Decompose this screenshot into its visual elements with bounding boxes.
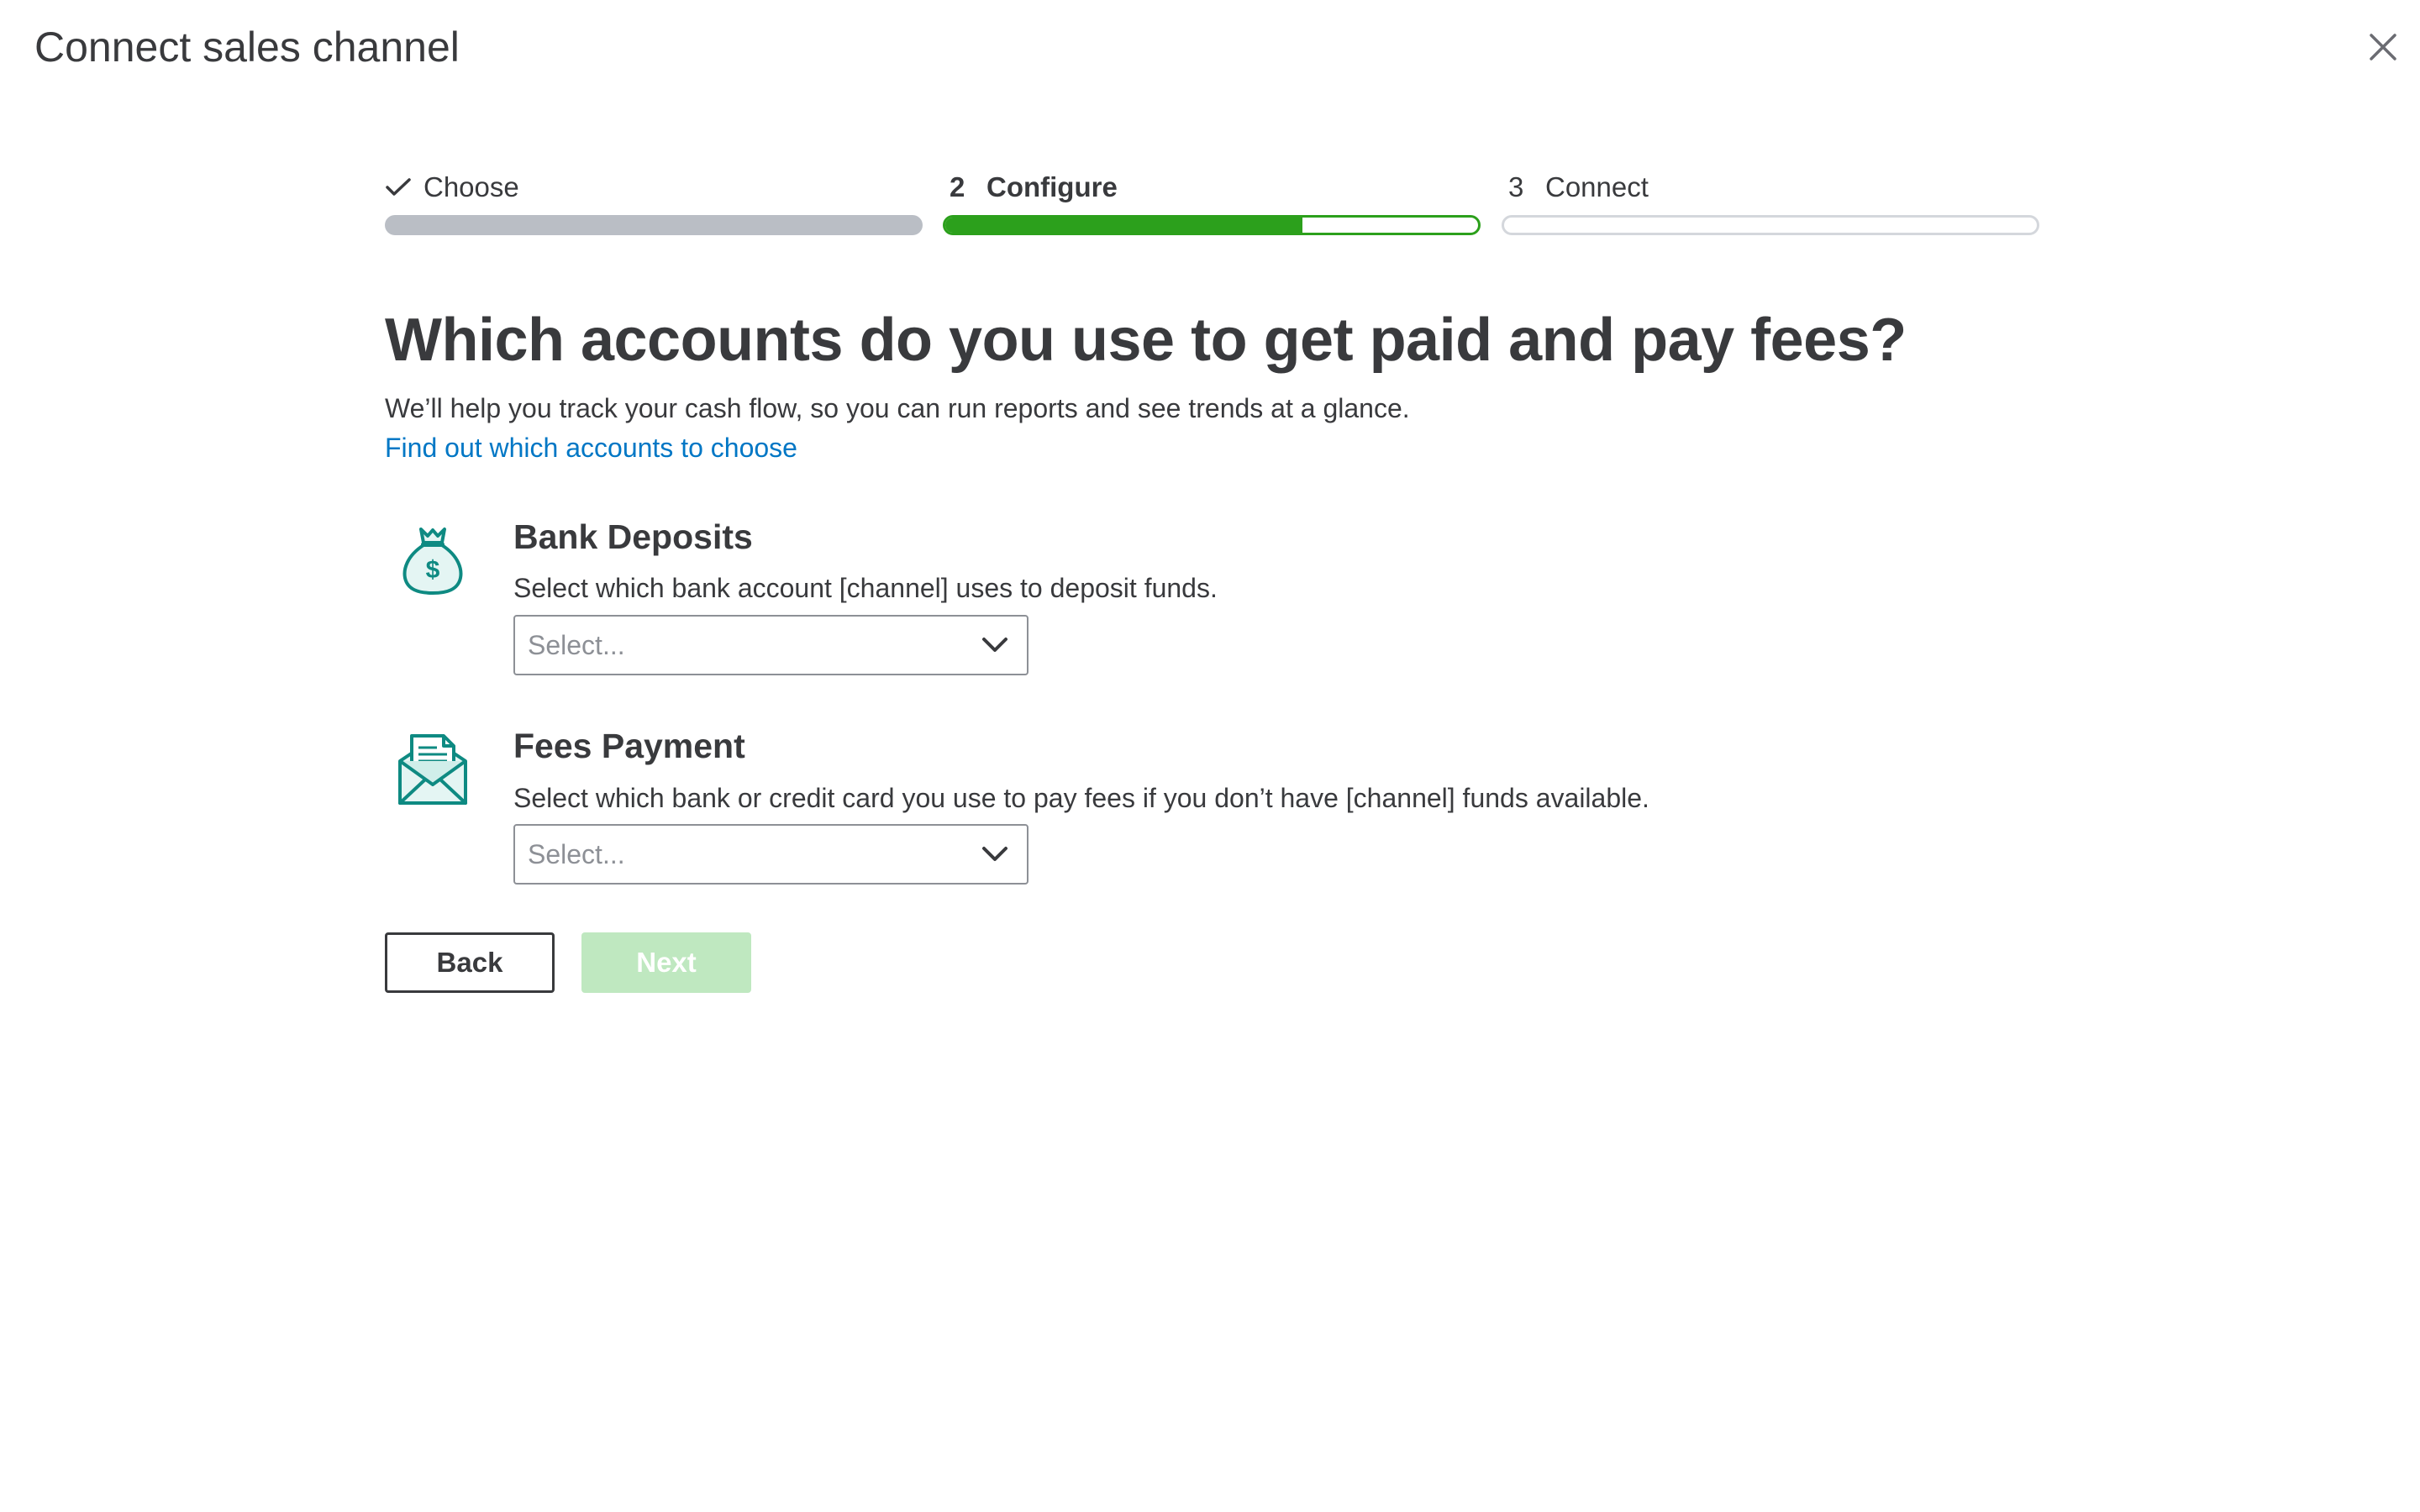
bank-deposits-select[interactable]: Select... [513,615,1028,675]
step-connect-label-row: 3 Connect [1502,166,1649,208]
page-subtitle: We’ll help you track your cash flow, so … [385,393,1410,423]
step-progress-bar [943,215,1481,235]
step-progress-bar [1502,215,2039,235]
step-label: Configure [986,171,1118,202]
step-configure[interactable]: 2 Configure [943,160,1481,244]
money-bag-icon: $ [395,522,471,598]
invoice-envelope-icon [395,732,471,808]
select-placeholder: Select... [528,839,625,869]
help-link[interactable]: Find out which accounts to choose [385,428,797,468]
step-progress-bar [385,215,923,235]
step-choose[interactable]: Choose [385,160,923,244]
dialog-title: Connect sales channel [34,24,460,71]
back-button[interactable]: Back [385,932,555,993]
bank-deposits-description: Select which bank account [channel] uses… [513,573,1218,603]
page-title: Which accounts do you use to get paid an… [385,307,1907,374]
select-placeholder: Select... [528,630,625,660]
step-number: 2 [950,171,965,202]
fees-payment-select[interactable]: Select... [513,824,1028,885]
step-choose-label-row: Choose [385,166,519,208]
bank-deposits-title: Bank Deposits [513,517,753,556]
chevron-down-icon [981,635,1008,655]
step-label: Choose [424,171,519,202]
step-label: Connect [1545,171,1649,202]
next-button[interactable]: Next [581,932,751,993]
svg-text:$: $ [426,556,440,584]
step-progress-fill [945,218,1302,233]
progress-stepper: Choose 2 Configure 3 Connect [385,160,2091,244]
step-connect[interactable]: 3 Connect [1502,160,2039,244]
close-icon[interactable] [2366,30,2400,64]
chevron-down-icon [981,844,1008,864]
fees-payment-title: Fees Payment [513,727,745,765]
step-number: 3 [1508,171,1524,202]
step-configure-label-row: 2 Configure [943,166,1118,208]
fees-payment-description: Select which bank or credit card you use… [513,783,1649,813]
checkmark-icon [385,176,412,198]
